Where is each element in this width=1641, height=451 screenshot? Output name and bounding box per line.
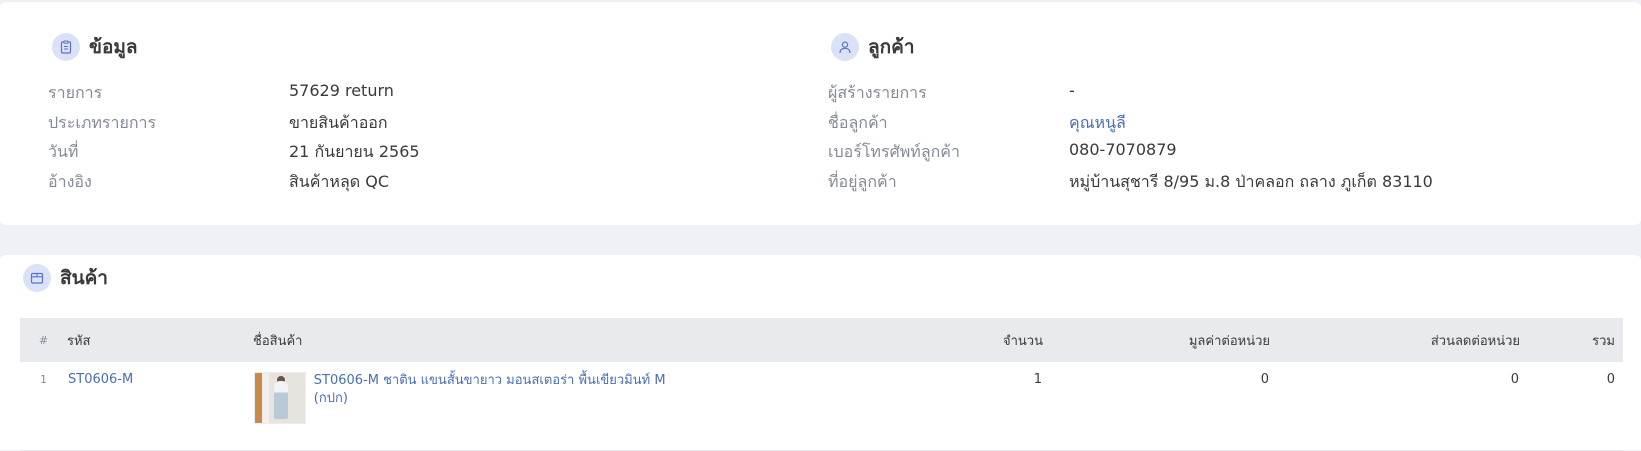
customer-name-link[interactable]: คุณหนูลี xyxy=(1069,111,1126,136)
products-section-header: สินค้า xyxy=(23,263,108,293)
customer-value: หมู่บ้านสุชารี 8/95 ม.8 ป่าคลอก ถลาง ภูเ… xyxy=(1069,172,1433,191)
product-code-link[interactable]: ST0606-M xyxy=(67,362,253,450)
info-value: 21 กันยายน 2565 xyxy=(289,142,420,161)
user-icon xyxy=(831,33,859,61)
customer-section-header: ลูกค้า xyxy=(831,32,915,62)
customer-value: 080-7070879 xyxy=(1069,140,1177,159)
products-title: สินค้า xyxy=(60,267,108,289)
product-card: สินค้า # รหัส ชื่อสินค้า จำนวน มูลค่าต่อ… xyxy=(0,255,1641,450)
clipboard-icon xyxy=(52,33,80,61)
info-section-header: ข้อมูล xyxy=(52,32,138,62)
info-label: วันที่ xyxy=(48,142,79,161)
customer-label: เบอร์โทรศัพท์ลูกค้า xyxy=(828,142,960,161)
info-label: รายการ xyxy=(48,83,103,102)
customer-title: ลูกค้า xyxy=(868,36,915,58)
product-name-cell: ST0606-M ชาติน แขนสั้นขายาว มอนสเตอร่า พ… xyxy=(253,362,703,450)
product-name-link[interactable]: ST0606-M ชาติน แขนสั้นขายาว มอนสเตอร่า พ… xyxy=(314,372,702,408)
customer-label: ผู้สร้างรายการ xyxy=(828,83,927,102)
products-table: # รหัส ชื่อสินค้า จำนวน มูลค่าต่อหน่วย ส… xyxy=(20,318,1623,451)
info-title: ข้อมูล xyxy=(89,36,138,58)
unit-discount-value: 0 xyxy=(1510,372,1519,387)
col-name-header[interactable]: ชื่อสินค้า xyxy=(253,318,703,362)
info-label: ประเภทรายการ xyxy=(48,113,157,132)
qty-value: 1 xyxy=(1033,372,1042,387)
col-total-header[interactable]: รวม xyxy=(1520,318,1623,362)
info-label: อ้างอิง xyxy=(48,172,92,191)
info-value: ขายสินค้าออก xyxy=(289,113,388,132)
customer-value: - xyxy=(1069,81,1075,100)
info-card: ข้อมูล รายการ 57629 return ประเภทรายการ … xyxy=(0,2,1641,225)
unit-price-value: 0 xyxy=(1260,372,1269,387)
row-index: 1 xyxy=(40,373,47,386)
col-unit-discount-header[interactable]: ส่วนลดต่อหน่วย xyxy=(1270,318,1520,362)
col-qty-header[interactable]: จำนวน xyxy=(703,318,1043,362)
col-index-header: # xyxy=(38,333,49,347)
table-row: 1 ST0606-M ST0606-M ชาติน แขนสั้นขายาว ม… xyxy=(20,362,1623,450)
col-code-header[interactable]: รหัส xyxy=(67,318,253,362)
total-value: 0 xyxy=(1606,372,1615,387)
box-icon xyxy=(23,264,51,292)
table-header-row: # รหัส ชื่อสินค้า จำนวน มูลค่าต่อหน่วย ส… xyxy=(20,318,1623,362)
info-value: 57629 return xyxy=(289,81,394,100)
product-thumbnail[interactable] xyxy=(254,372,306,424)
customer-label: ชื่อลูกค้า xyxy=(828,113,888,132)
col-unit-price-header[interactable]: มูลค่าต่อหน่วย xyxy=(1043,318,1270,362)
info-value: สินค้าหลุด QC xyxy=(289,172,389,191)
customer-label: ที่อยู่ลูกค้า xyxy=(828,172,897,191)
